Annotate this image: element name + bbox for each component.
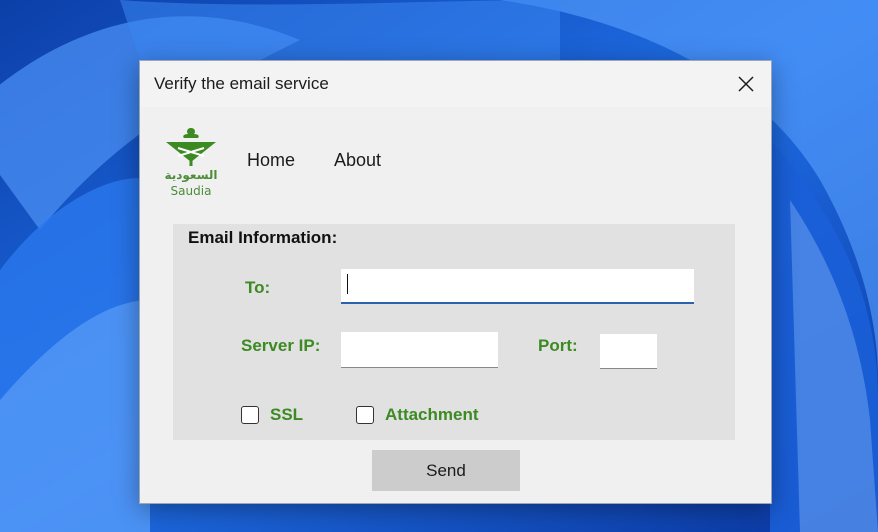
logo-arabic-text: السعودية [164,168,218,182]
group-title: Email Information: [188,228,338,247]
send-button[interactable]: Send [372,450,520,491]
to-input[interactable] [341,269,694,304]
window-title: Verify the email service [154,74,329,93]
ssl-label[interactable]: SSL [270,405,303,425]
logo-english-text: Saudia [170,184,212,198]
email-information-group: Email Information: To: Server IP: Port: … [173,224,735,440]
attachment-checkbox[interactable] [356,406,374,424]
text-caret [347,274,348,294]
saudia-logo-icon [166,128,216,166]
close-icon [738,76,754,92]
close-button[interactable] [721,61,771,107]
dialog-window: Verify the email service السعودية Saudia… [139,60,772,504]
server-ip-input[interactable] [341,332,498,368]
port-input[interactable] [600,334,657,369]
attachment-label[interactable]: Attachment [385,405,479,425]
port-label: Port: [538,336,578,355]
to-label: To: [245,278,271,297]
title-bar[interactable]: Verify the email service [140,61,771,107]
server-ip-label: Server IP: [241,336,321,355]
menu-item-about[interactable]: About [334,150,381,171]
menu-item-home[interactable]: Home [247,150,295,171]
saudia-logo: السعودية Saudia [160,126,222,202]
ssl-checkbox[interactable] [241,406,259,424]
